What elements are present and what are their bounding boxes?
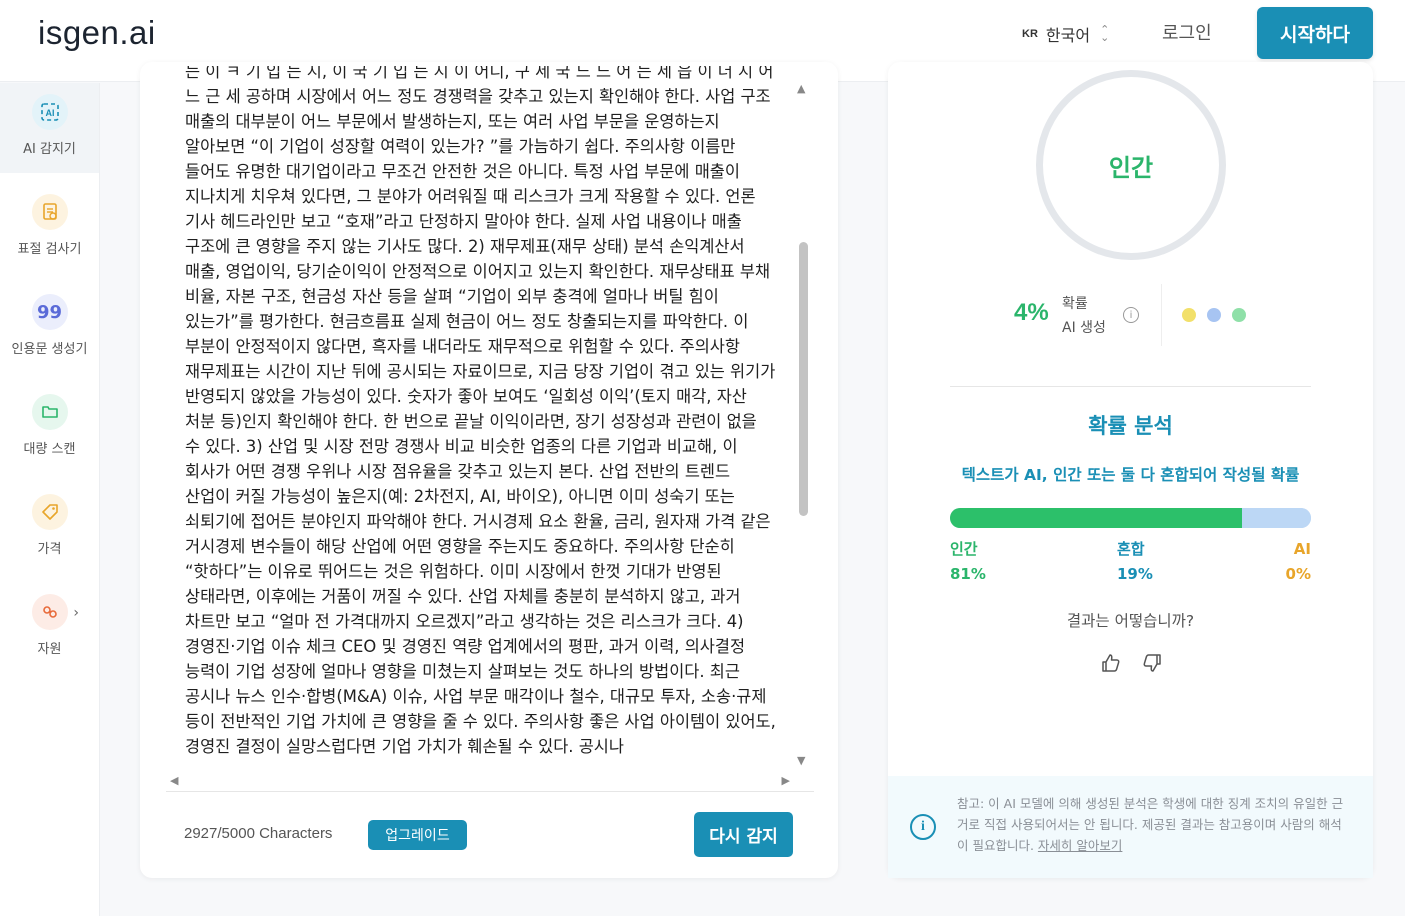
horizontal-scrollbar[interactable]: ◀ ▶ [166, 770, 814, 792]
mixed-stat: 혼합 19% [1117, 537, 1153, 587]
language-label: 한국어 [1045, 26, 1091, 45]
analysis-title: 확률 분석 [1088, 414, 1173, 438]
scroll-up-icon[interactable]: ▲ [797, 82, 805, 95]
divider [1161, 284, 1162, 346]
ai-probability-value: 4% [1014, 299, 1049, 326]
probability-bar [950, 508, 1311, 528]
mixed-bar-segment [1242, 508, 1311, 528]
disclaimer-body: 참고: 이 AI 모델에 의해 생성된 분석은 학생에 대한 징계 조치의 유일… [957, 796, 1344, 853]
thumbs-down-icon[interactable] [1141, 652, 1163, 674]
price-tag-icon [31, 494, 68, 530]
resources-icon [31, 594, 68, 630]
ai-detector-icon: AI [31, 94, 68, 130]
vertical-scrollbar[interactable]: ▲ ▼ [797, 82, 811, 772]
sidebar-item-ai-detector[interactable]: AI AI 감지기 [0, 83, 99, 173]
sidebar: AI AI 감지기 표절 검사기 99 인용문 생성기 대량 스캔 가격 자원 … [0, 83, 100, 916]
feedback-question: 결과는 어떻습니까? [1066, 612, 1195, 630]
start-button[interactable]: 시작하다 [1257, 7, 1373, 59]
scroll-down-icon[interactable]: ▼ [797, 754, 805, 767]
sidebar-item-label: 자원 [37, 642, 62, 657]
sidebar-item-pricing[interactable]: 가격 [0, 483, 99, 573]
editor-content: 는 이 ㅋ 기 입 는 시, 이 국 기 입 는 시 이 어디, 구 세 국 느… [185, 66, 776, 756]
chevron-updown-icon: ⌃ ⌄ [1100, 23, 1110, 44]
sidebar-item-quote-generator[interactable]: 99 인용문 생성기 [0, 283, 99, 373]
scroll-right-icon[interactable]: ▶ [782, 774, 790, 787]
ai-stat-value: 0% [1285, 565, 1311, 583]
language-code: KR [1022, 28, 1038, 40]
sidebar-item-bulk-scan[interactable]: 대량 스캔 [0, 383, 99, 473]
ai-probability-label: 확률 AI 생성 [1062, 292, 1106, 340]
plagiarism-icon [31, 194, 68, 230]
ai-stat-label: AI [1293, 540, 1311, 558]
info-icon[interactable]: i [1123, 307, 1139, 323]
sidebar-item-resources[interactable]: 자원 › [0, 583, 99, 673]
character-count: 2927/5000 Characters [184, 825, 333, 842]
disclaimer-text: 참고: 이 AI 모델에 의해 생성된 분석은 학생에 대한 징계 조치의 유일… [957, 793, 1351, 856]
result-label: 인간 [1108, 153, 1154, 182]
editor-card: 는 이 ㅋ 기 입 는 시, 이 국 기 입 는 시 이 어디, 구 세 국 느… [140, 62, 838, 878]
human-stat: 인간 81% [950, 537, 986, 587]
text-editor[interactable]: 는 이 ㅋ 기 입 는 시, 이 국 기 입 는 시 이 어디, 구 세 국 느… [185, 66, 777, 768]
human-bar-segment [950, 508, 1243, 528]
divider [950, 386, 1311, 387]
learn-more-link[interactable]: 자세히 알아보기 [1038, 838, 1122, 853]
scroll-thumb[interactable] [799, 242, 808, 516]
chevron-right-icon: › [73, 605, 79, 621]
legend-dot-green [1232, 308, 1246, 322]
sidebar-item-label: 가격 [37, 542, 62, 557]
analysis-subtitle: 텍스트가 AI, 인간 또는 둘 다 혼합되어 작성될 확률 [961, 466, 1300, 484]
mixed-stat-value: 19% [1117, 565, 1153, 583]
sidebar-item-plagiarism[interactable]: 표절 검사기 [0, 183, 99, 273]
svg-text:AI: AI [45, 108, 54, 118]
login-link[interactable]: 로그인 [1162, 19, 1212, 45]
redetect-button[interactable]: 다시 감지 [694, 812, 793, 857]
quote-icon: 99 [31, 294, 68, 330]
thumbs-up-icon[interactable] [1100, 652, 1122, 674]
legend-dot-blue [1207, 308, 1221, 322]
human-stat-label: 인간 [950, 540, 978, 558]
sidebar-item-label: 표절 검사기 [17, 242, 82, 257]
sidebar-item-label: 인용문 생성기 [11, 342, 88, 357]
ai-generated-label: AI 생성 [1062, 320, 1106, 336]
result-ring: 인간 [1036, 70, 1226, 260]
sidebar-item-label: AI 감지기 [23, 142, 76, 157]
folder-icon [31, 394, 68, 430]
upgrade-button[interactable]: 업그레이드 [368, 820, 467, 850]
scroll-left-icon[interactable]: ◀ [170, 774, 178, 787]
human-stat-value: 81% [950, 565, 986, 583]
logo[interactable]: isgen.ai [38, 14, 156, 52]
ai-stat: AI 0% [1260, 537, 1311, 587]
mixed-stat-label: 혼합 [1117, 540, 1145, 558]
probability-label: 확률 [1062, 296, 1088, 312]
language-selector[interactable]: KR 한국어 ⌃ ⌄ [1022, 20, 1109, 48]
sidebar-item-label: 대량 스캔 [23, 442, 76, 457]
info-icon: i [910, 814, 936, 840]
legend-dot-yellow [1182, 308, 1196, 322]
